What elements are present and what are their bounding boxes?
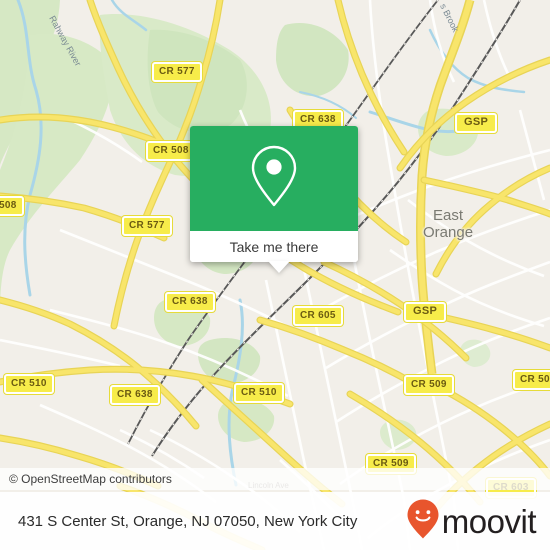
- popup-header: [190, 126, 358, 231]
- road-shield-gsp[interactable]: GSP: [455, 113, 498, 133]
- road-shield[interactable]: CR 509: [404, 375, 454, 395]
- moovit-brand[interactable]: moovit: [406, 498, 537, 545]
- bottom-info-bar: 431 S Center St, Orange, NJ 07050, New Y…: [0, 492, 550, 550]
- map-screenshot-root: Rahway River s Brook Lincoln Ave East Or…: [0, 0, 550, 550]
- moovit-wordmark: moovit: [441, 502, 537, 540]
- road-shield[interactable]: CR 577: [152, 62, 202, 82]
- road-shield[interactable]: CR 577: [122, 216, 172, 236]
- attribution-text[interactable]: © OpenStreetMap contributors: [0, 472, 172, 486]
- road-shield[interactable]: CR 638: [110, 385, 160, 405]
- address-label: 431 S Center St, Orange, NJ 07050, New Y…: [18, 512, 358, 530]
- location-popup-card[interactable]: Take me there: [190, 126, 358, 273]
- take-me-there-label: Take me there: [229, 238, 319, 255]
- road-shield[interactable]: CR 509: [513, 370, 550, 390]
- popup-tail-pointer: [268, 261, 290, 273]
- road-shield[interactable]: CR 510: [234, 383, 284, 403]
- road-shield[interactable]: CR 508: [146, 141, 196, 161]
- road-shield[interactable]: CR 510: [4, 374, 54, 394]
- popup-footer[interactable]: Take me there: [190, 231, 358, 262]
- map-attribution-bar: © OpenStreetMap contributors: [0, 468, 550, 490]
- road-shield[interactable]: CR 605: [293, 306, 343, 326]
- road-shield[interactable]: CR 638: [165, 292, 215, 312]
- map-pin-icon: [247, 143, 301, 214]
- road-shield-gsp[interactable]: GSP: [404, 302, 447, 322]
- moovit-pin-logo-icon: [406, 498, 440, 545]
- road-shield[interactable]: 508: [0, 196, 24, 216]
